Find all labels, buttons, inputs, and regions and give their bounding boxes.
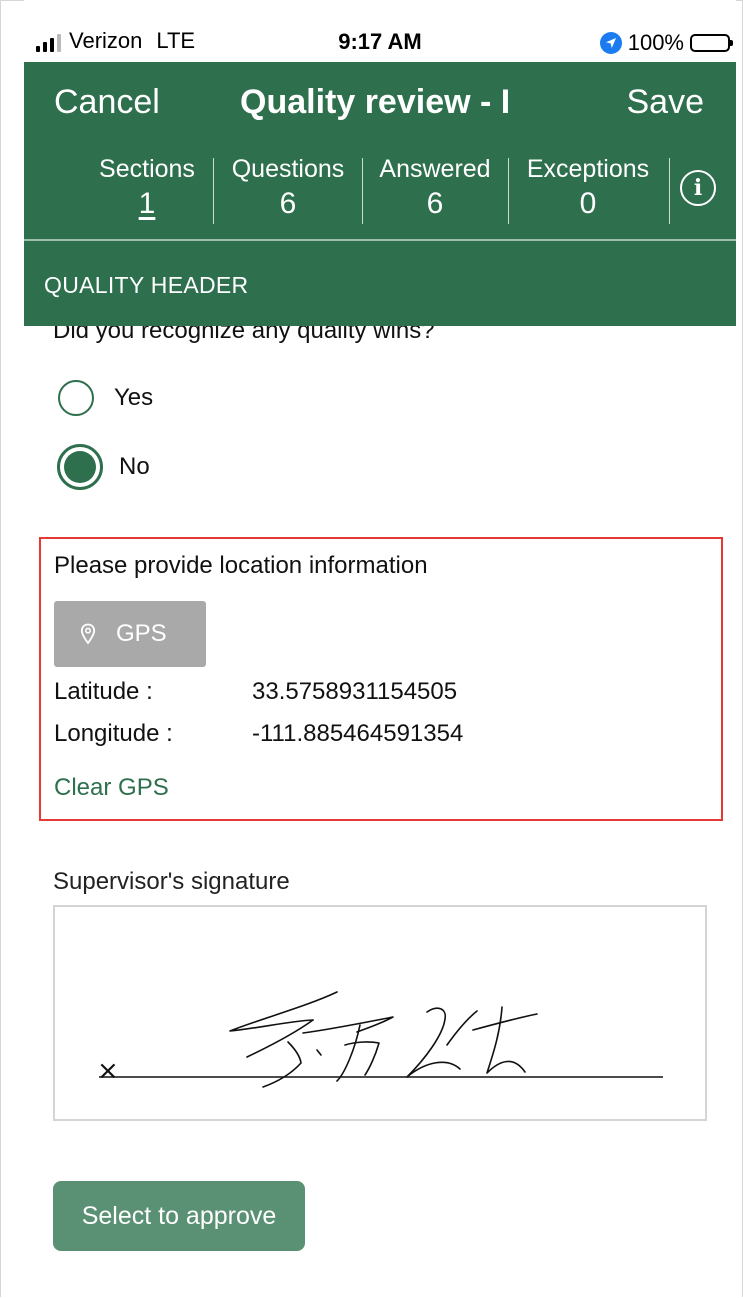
radio-label: No <box>119 453 150 480</box>
cancel-button[interactable]: Cancel <box>54 82 160 122</box>
info-icon[interactable]: i <box>680 170 716 206</box>
question-text: Did you recognize any quality wins? <box>53 326 435 344</box>
stat-divider <box>508 158 509 224</box>
signature-x-mark: × <box>97 1056 119 1086</box>
stat-divider <box>213 158 214 224</box>
status-right: 100% <box>599 30 733 56</box>
signature-drawing: × <box>97 991 663 1088</box>
header-divider <box>24 239 736 241</box>
page-title: Quality review - I <box>240 83 511 121</box>
form-content: Did you recognize any quality wins? Yes … <box>0 326 743 1298</box>
radio-button-selected[interactable] <box>57 444 103 490</box>
stat-questions-label: Questions <box>231 155 345 183</box>
stat-exceptions: Exceptions 0 <box>515 154 661 226</box>
section-title: QUALITY HEADER <box>44 272 249 298</box>
gps-button-label: GPS <box>116 620 167 647</box>
location-services-icon <box>599 32 622 54</box>
stat-exceptions-value: 0 <box>579 187 597 220</box>
save-button[interactable]: Save <box>627 82 705 122</box>
app-header: Cancel Quality review - I Save Sections … <box>24 62 736 326</box>
status-bar: Verizon LTE 9:17 AM 100% <box>24 0 736 62</box>
clear-gps-link[interactable]: Clear GPS <box>54 774 169 802</box>
radio-button[interactable] <box>58 380 94 416</box>
select-to-approve-button[interactable]: Select to approve <box>53 1181 305 1251</box>
longitude-value: -111.885464591354 <box>252 720 464 747</box>
stat-answered-value: 6 <box>426 187 444 220</box>
stats-bar: Sections 1 Questions 6 Answered 6 Except… <box>24 154 736 226</box>
stat-sections-label: Sections <box>99 155 195 183</box>
latitude-value: 33.5758931154505 <box>252 678 458 705</box>
longitude-label: Longitude : <box>54 720 173 747</box>
radio-label: Yes <box>114 384 154 411</box>
longitude-row: Longitude : -111.885464591354 <box>54 720 463 748</box>
radio-option-no[interactable]: No <box>57 444 150 490</box>
stat-answered-label: Answered <box>379 155 491 183</box>
latitude-row: Latitude : 33.5758931154505 <box>54 678 457 706</box>
latitude-label: Latitude : <box>54 678 153 705</box>
stat-exceptions-label: Exceptions <box>526 155 650 183</box>
stat-questions-value: 6 <box>279 187 297 220</box>
stat-divider <box>362 158 363 224</box>
stat-divider <box>669 158 670 224</box>
radio-option-yes[interactable]: Yes <box>58 380 153 416</box>
battery-percent: 100% <box>627 30 684 55</box>
stat-sections-value[interactable]: 1 <box>90 186 204 222</box>
map-pin-icon <box>80 623 96 645</box>
signature-pad[interactable]: × <box>53 905 707 1121</box>
stat-answered: Answered 6 <box>369 154 501 226</box>
battery-icon <box>690 34 733 52</box>
handwritten-signature <box>229 991 538 1088</box>
stat-sections[interactable]: Sections 1 <box>90 154 204 226</box>
location-title: Please provide location information <box>54 552 428 579</box>
signature-label: Supervisor's signature <box>53 868 290 895</box>
gps-button[interactable]: GPS <box>54 601 206 667</box>
stat-questions: Questions 6 <box>220 154 356 226</box>
location-section: Please provide location information GPS … <box>39 537 723 821</box>
